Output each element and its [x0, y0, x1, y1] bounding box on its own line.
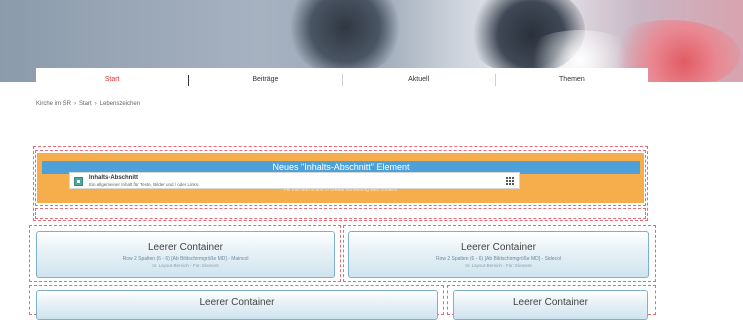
element-picker-popup[interactable]: Inhalts-Abschnitt Ein allgemeiner Inhalt… — [69, 172, 520, 189]
empty-container[interactable]: Leerer Container — [453, 290, 648, 320]
container-title: Leerer Container — [512, 297, 589, 308]
empty-container[interactable]: Leerer Container — [36, 290, 438, 320]
breadcrumb-link-start[interactable]: Start — [79, 101, 92, 107]
breadcrumb-separator: › — [94, 101, 97, 107]
nav-item-themen[interactable]: Themen — [496, 68, 648, 92]
breadcrumb-current: Lebenszeichen — [99, 101, 141, 107]
nav-item-beitraege[interactable]: Beiträge — [189, 68, 341, 92]
main-nav: Start Beiträge Aktuell Themen — [36, 68, 648, 92]
breadcrumb-link-home[interactable]: Kirche im SR — [36, 101, 71, 107]
empty-drop-zone[interactable] — [35, 208, 646, 219]
popup-description: Ein allgemeiner Inhalt für Texte, Bilder… — [89, 182, 200, 187]
breadcrumb: Kirche im SR › Start › Lebenszeichen — [36, 101, 140, 107]
popup-title: Inhalts-Abschnitt — [89, 175, 138, 181]
drag-handle-icon[interactable] — [506, 177, 514, 185]
container-location: In: Layout-Bereich - Für: Element — [465, 263, 532, 268]
container-title: Leerer Container — [199, 297, 275, 308]
container-description: Row 2 Spalten (6 - 6) [Ab Bildschirmgröß… — [435, 256, 562, 262]
nav-item-start[interactable]: Start — [36, 68, 188, 92]
container-title: Leerer Container — [460, 242, 537, 253]
nav-item-aktuell[interactable]: Aktuell — [343, 68, 495, 92]
breadcrumb-separator: › — [74, 101, 77, 107]
container-title: Leerer Container — [147, 242, 224, 253]
container-location: In: Layout-Bereich - Für: Element — [152, 263, 219, 268]
container-description: Row 2 Spalten (6 - 6) [Ab Bildschirmgröß… — [122, 256, 249, 262]
empty-container-sidecol[interactable]: Leerer Container Row 2 Spalten (6 - 6) [… — [348, 231, 649, 278]
empty-container-maincol[interactable]: Leerer Container Row 2 Spalten (6 - 6) [… — [36, 231, 335, 278]
content-section-icon — [74, 177, 83, 186]
